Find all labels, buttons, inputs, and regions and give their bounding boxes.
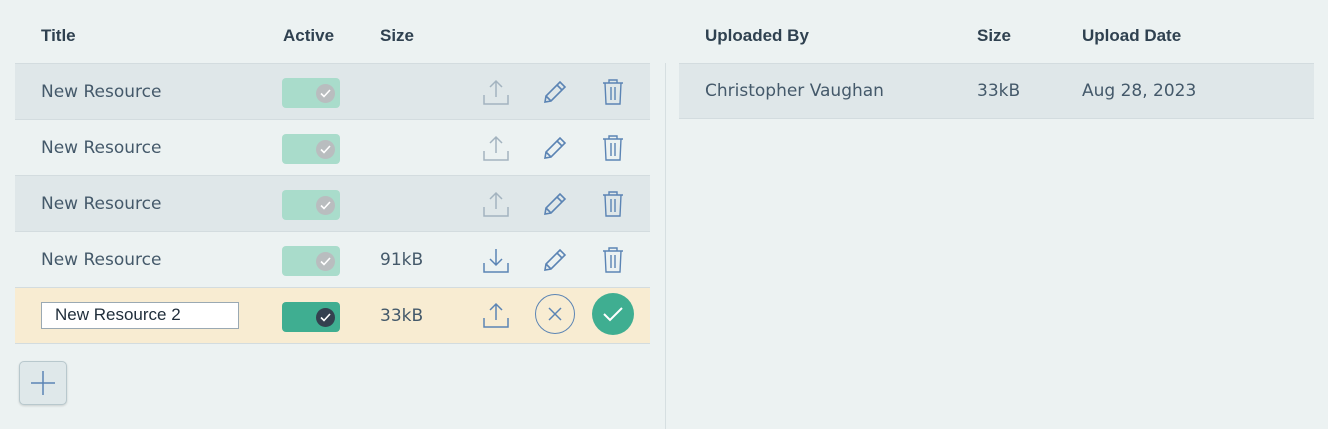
trash-icon[interactable] [598, 189, 628, 219]
size-column-header: Size [380, 26, 415, 45]
table-row: New Resource [15, 175, 650, 231]
resource-title: New Resource [41, 137, 162, 158]
resources-table: Title Active Size New Resource New Resou… [15, 0, 650, 344]
download-icon[interactable] [481, 245, 511, 275]
table-row: New Resource [15, 119, 650, 175]
upload-date-column-header: Upload Date [1082, 26, 1182, 45]
edit-pencil-icon[interactable] [540, 133, 570, 163]
check-icon [316, 308, 335, 327]
trash-icon[interactable] [598, 133, 628, 163]
column-divider [665, 63, 666, 429]
upload-icon[interactable] [481, 300, 511, 330]
size-column-header: Size [977, 26, 1012, 45]
title-input[interactable] [41, 302, 239, 329]
check-icon [316, 252, 335, 271]
cancel-button[interactable] [535, 294, 575, 334]
resource-title: New Resource [41, 81, 162, 102]
resource-size: 91kB [380, 249, 424, 270]
trash-icon[interactable] [598, 245, 628, 275]
editing-row: 33kB [15, 287, 650, 344]
trash-icon[interactable] [598, 77, 628, 107]
uploads-table: Uploaded By Size Upload Date Christopher… [679, 0, 1314, 119]
check-icon [316, 140, 335, 159]
plus-icon [31, 371, 55, 395]
table-row: New Resource [15, 63, 650, 119]
active-toggle[interactable] [282, 134, 340, 164]
resources-table-header: Title Active Size [15, 0, 650, 63]
check-icon [316, 84, 335, 103]
active-toggle[interactable] [282, 246, 340, 276]
edit-pencil-icon[interactable] [540, 189, 570, 219]
upload-date: Aug 28, 2023 [1082, 81, 1197, 101]
resource-size: 33kB [380, 305, 424, 326]
close-icon [548, 307, 562, 321]
uploads-table-header: Uploaded By Size Upload Date [679, 0, 1314, 63]
edit-pencil-icon[interactable] [540, 245, 570, 275]
resource-title: New Resource [41, 193, 162, 214]
edit-pencil-icon[interactable] [540, 77, 570, 107]
active-column-header: Active [283, 26, 335, 45]
active-toggle[interactable] [282, 190, 340, 220]
table-row: New Resource 91kB [15, 231, 650, 287]
upload-icon[interactable] [481, 189, 511, 219]
table-row: Christopher Vaughan 33kB Aug 28, 2023 [679, 63, 1314, 119]
title-column-header: Title [41, 26, 76, 45]
check-icon [603, 307, 623, 322]
active-toggle[interactable] [282, 302, 340, 332]
upload-icon[interactable] [481, 133, 511, 163]
upload-icon[interactable] [481, 77, 511, 107]
active-toggle[interactable] [282, 78, 340, 108]
resource-title: New Resource [41, 249, 162, 270]
check-icon [316, 196, 335, 215]
uploaded-by-column-header: Uploaded By [705, 26, 809, 45]
upload-size: 33kB [977, 81, 1021, 101]
save-button[interactable] [592, 293, 634, 335]
add-resource-button[interactable] [19, 361, 67, 405]
uploaded-by: Christopher Vaughan [705, 81, 884, 101]
